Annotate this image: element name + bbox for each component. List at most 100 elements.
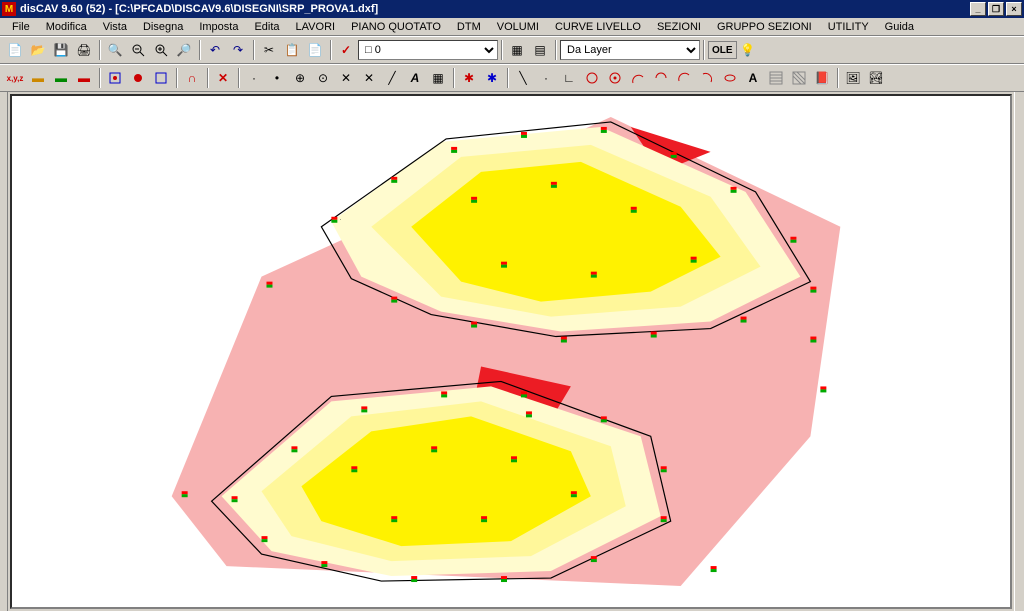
ellipse-icon[interactable]: [719, 67, 741, 89]
paste-icon[interactable]: 📄: [304, 39, 326, 61]
undo-icon[interactable]: ↶: [204, 39, 226, 61]
line-icon[interactable]: ╲: [512, 67, 534, 89]
separator: [837, 68, 839, 88]
circle2-icon[interactable]: [604, 67, 626, 89]
cut-icon[interactable]: ✂: [258, 39, 280, 61]
layer-props-icon[interactable]: ▤: [529, 39, 551, 61]
separator: [199, 40, 201, 60]
menu-gruppo-sezioni[interactable]: GRUPPO SEZIONI: [709, 19, 820, 35]
point2-icon[interactable]: •: [266, 67, 288, 89]
circle-target-icon[interactable]: ⊕: [289, 67, 311, 89]
menu-lavori[interactable]: LAVORI: [288, 19, 344, 35]
angle-icon[interactable]: ∟: [558, 67, 580, 89]
menu-imposta[interactable]: Imposta: [191, 19, 246, 35]
svg-text:·: ·: [339, 217, 341, 223]
menu-curve-livello[interactable]: CURVE LIVELLO: [547, 19, 649, 35]
point1-icon[interactable]: ·: [243, 67, 265, 89]
star1-icon[interactable]: ✱: [458, 67, 480, 89]
toolbar-draw: x,y,z ▬ ▬ ▬ ∩ ✕ · • ⊕ ⊙ ✕ ✕ ╱ A ▦ ✱ ✱ ╲ …: [0, 64, 1024, 92]
image-icon[interactable]: 🏞: [865, 67, 887, 89]
menu-disegna[interactable]: Disegna: [135, 19, 191, 35]
layer-select[interactable]: □ 0: [358, 40, 498, 60]
text-a-icon[interactable]: A: [404, 67, 426, 89]
hatch1-icon[interactable]: [765, 67, 787, 89]
copy-icon[interactable]: 📋: [281, 39, 303, 61]
menu-guida[interactable]: Guida: [877, 19, 922, 35]
right-gutter: [1014, 92, 1024, 611]
dtm-drawing: ·: [12, 96, 1010, 607]
minimize-button[interactable]: _: [970, 2, 986, 16]
menu-modifica[interactable]: Modifica: [38, 19, 95, 35]
menu-utility[interactable]: UTILITY: [820, 19, 877, 35]
menu-sezioni[interactable]: SEZIONI: [649, 19, 709, 35]
new-file-icon[interactable]: 📄: [4, 39, 26, 61]
menu-vista[interactable]: Vista: [95, 19, 135, 35]
picture-icon[interactable]: 🖼: [842, 67, 864, 89]
text-a2-icon[interactable]: A: [742, 67, 764, 89]
linetype3-icon[interactable]: ▬: [73, 67, 95, 89]
grid-icon[interactable]: ▦: [427, 67, 449, 89]
zoom-in-icon[interactable]: [150, 39, 172, 61]
arc1-icon[interactable]: [627, 67, 649, 89]
menu-dtm[interactable]: DTM: [449, 19, 489, 35]
lightbulb-icon[interactable]: 💡: [737, 39, 759, 61]
zoom-out-icon[interactable]: [127, 39, 149, 61]
slash-icon[interactable]: ╱: [381, 67, 403, 89]
ole-button[interactable]: OLE: [708, 41, 737, 59]
xyz-icon[interactable]: x,y,z: [4, 67, 26, 89]
separator: [555, 40, 557, 60]
save-icon[interactable]: 💾: [50, 39, 72, 61]
linetype1-icon[interactable]: ▬: [27, 67, 49, 89]
book-icon[interactable]: 📕: [811, 67, 833, 89]
separator: [703, 40, 705, 60]
separator: [507, 68, 509, 88]
zoom-window-icon[interactable]: 🔎: [173, 39, 195, 61]
arc2-icon[interactable]: [650, 67, 672, 89]
separator: [330, 40, 332, 60]
menu-edita[interactable]: Edita: [246, 19, 287, 35]
separator: [453, 68, 455, 88]
restore-button[interactable]: ❐: [988, 2, 1004, 16]
arc3-icon[interactable]: [673, 67, 695, 89]
close-button[interactable]: ×: [1006, 2, 1022, 16]
flag2-icon[interactable]: [127, 67, 149, 89]
menubar: File Modifica Vista Disegna Imposta Edit…: [0, 18, 1024, 36]
hatch2-icon[interactable]: [788, 67, 810, 89]
flag1-icon[interactable]: [104, 67, 126, 89]
star2-icon[interactable]: ✱: [481, 67, 503, 89]
drawing-canvas[interactable]: ·: [10, 94, 1012, 609]
layer-manager-icon[interactable]: ▦: [506, 39, 528, 61]
separator: [176, 68, 178, 88]
separator: [253, 40, 255, 60]
delete-icon[interactable]: ✕: [212, 67, 234, 89]
arc4-icon[interactable]: [696, 67, 718, 89]
print-icon[interactable]: 🖨: [73, 39, 95, 61]
menu-piano-quotato[interactable]: PIANO QUOTATO: [343, 19, 449, 35]
app-icon: M: [2, 2, 16, 16]
window-titlebar: M disCAV 9.60 (52) - [C:\PFCAD\DISCAV9.6…: [0, 0, 1024, 18]
separator: [99, 68, 101, 88]
window-title: disCAV 9.60 (52) - [C:\PFCAD\DISCAV9.6\D…: [20, 3, 970, 15]
separator: [207, 68, 209, 88]
source-select[interactable]: Da Layer: [560, 40, 700, 60]
circle-dot-icon[interactable]: ⊙: [312, 67, 334, 89]
cross2-icon[interactable]: ✕: [358, 67, 380, 89]
left-gutter: [0, 92, 8, 611]
dot-icon[interactable]: ·: [535, 67, 557, 89]
zoom-extents-icon[interactable]: 🔍: [104, 39, 126, 61]
circle1-icon[interactable]: [581, 67, 603, 89]
open-file-icon[interactable]: 📂: [27, 39, 49, 61]
linetype2-icon[interactable]: ▬: [50, 67, 72, 89]
separator: [501, 40, 503, 60]
menu-file[interactable]: File: [4, 19, 38, 35]
separator: [99, 40, 101, 60]
workspace: ·: [0, 92, 1024, 611]
separator: [238, 68, 240, 88]
flag3-icon[interactable]: [150, 67, 172, 89]
magnet-icon[interactable]: ∩: [181, 67, 203, 89]
menu-volumi[interactable]: VOLUMI: [489, 19, 547, 35]
toolbar-main: 📄 📂 💾 🖨 🔍 🔎 ↶ ↷ ✂ 📋 📄 ✓ □ 0 ▦ ▤ Da Layer…: [0, 36, 1024, 64]
redo-icon[interactable]: ↷: [227, 39, 249, 61]
cross1-icon[interactable]: ✕: [335, 67, 357, 89]
check-icon[interactable]: ✓: [335, 39, 357, 61]
